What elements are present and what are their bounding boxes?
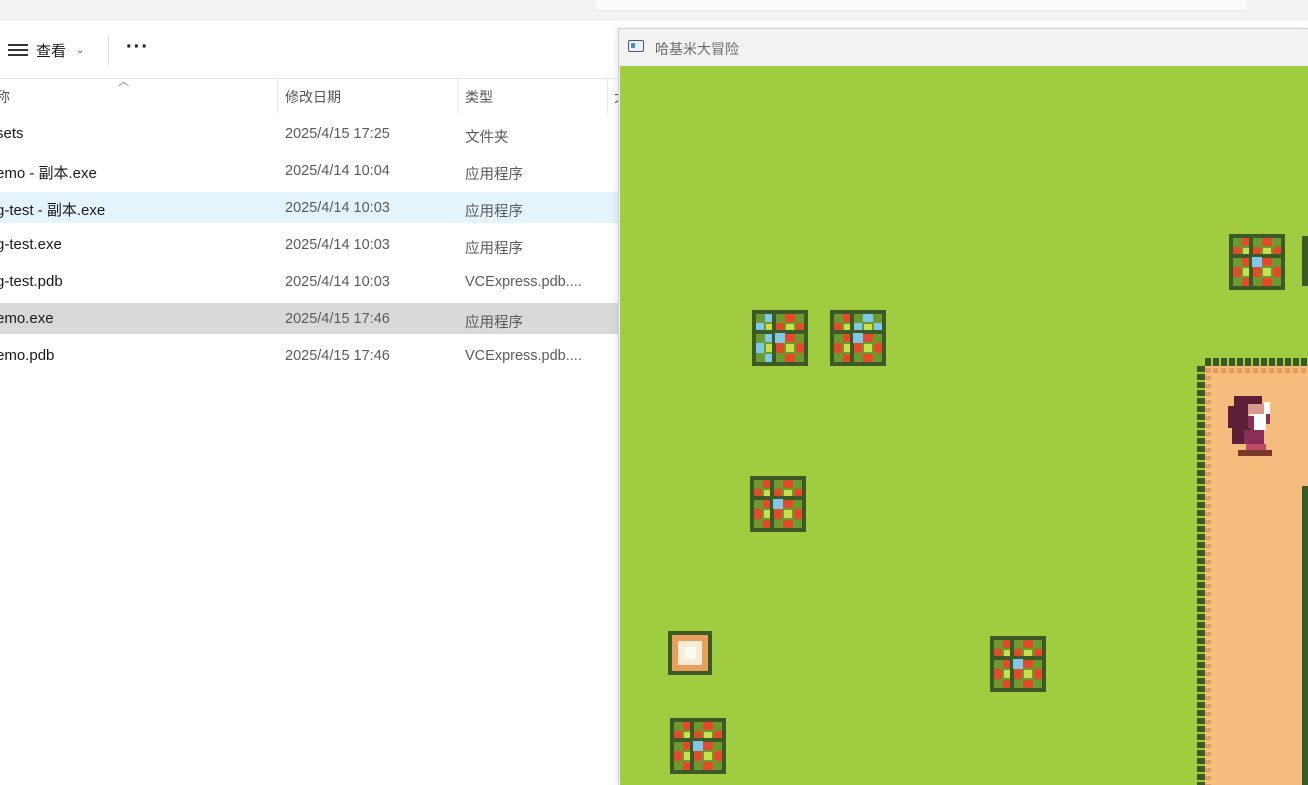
column-type[interactable]: 类型 bbox=[465, 87, 493, 107]
file-row[interactable]: emo - 副本.exe 2025/4/14 10:04 应用程序 bbox=[0, 155, 620, 186]
chevron-down-icon: ⌄ bbox=[76, 44, 85, 56]
sort-ascending-icon: ︿ bbox=[118, 76, 129, 88]
column-divider[interactable] bbox=[607, 79, 608, 113]
file-type: 应用程序 bbox=[465, 241, 523, 257]
file-type: 应用程序 bbox=[465, 167, 523, 183]
flower-bush bbox=[990, 636, 1046, 692]
file-row[interactable]: g-test - 副本.exe 2025/4/14 10:03 应用程序 bbox=[0, 192, 620, 223]
file-type: 文件夹 bbox=[465, 130, 509, 146]
game-window[interactable]: 哈基米大冒险 bbox=[618, 28, 1308, 785]
flower-bush bbox=[670, 718, 726, 774]
file-name: g-test - 副本.exe bbox=[0, 202, 106, 219]
file-row[interactable]: emo.exe 2025/4/15 17:46 应用程序 bbox=[0, 303, 620, 334]
file-row[interactable]: g-test.exe 2025/4/14 10:03 应用程序 bbox=[0, 229, 620, 260]
view-lines-icon bbox=[8, 43, 28, 57]
file-type: 应用程序 bbox=[465, 204, 523, 220]
file-type: VCExpress.pdb.... bbox=[465, 274, 582, 290]
file-modified: 2025/4/14 10:03 bbox=[285, 200, 390, 216]
column-name[interactable]: 称 bbox=[0, 87, 10, 107]
flower-bush bbox=[830, 310, 886, 366]
file-name: emo - 副本.exe bbox=[0, 165, 97, 182]
view-label: 查看 bbox=[36, 42, 67, 60]
file-modified: 2025/4/14 10:04 bbox=[285, 163, 390, 179]
column-divider[interactable] bbox=[277, 79, 278, 113]
column-modified[interactable]: 修改日期 bbox=[285, 87, 341, 107]
column-header: ︿ 称 修改日期 类型 大 bbox=[0, 76, 628, 113]
flower-bush bbox=[750, 476, 806, 532]
file-type: 应用程序 bbox=[465, 315, 523, 331]
file-row[interactable]: sets 2025/4/15 17:25 文件夹 bbox=[0, 118, 620, 149]
file-modified: 2025/4/15 17:46 bbox=[285, 311, 390, 327]
command-bar: 查看 ⌄ ··· bbox=[0, 21, 620, 79]
file-type: VCExpress.pdb.... bbox=[465, 348, 582, 364]
game-window-title: 哈基米大冒险 bbox=[655, 41, 739, 57]
top-strip bbox=[0, 0, 1308, 21]
file-name: g-test.exe bbox=[0, 236, 62, 253]
column-divider[interactable] bbox=[457, 79, 458, 113]
file-explorer: 查看 ⌄ ··· ︿ 称 修改日期 类型 大 sets 2025/4/15 17… bbox=[0, 21, 628, 784]
app-window-icon bbox=[628, 40, 644, 52]
file-name: g-test.pdb bbox=[0, 273, 63, 290]
flower-bush bbox=[1229, 234, 1285, 290]
flower-bush bbox=[752, 310, 808, 366]
flower-bush-partial bbox=[1302, 236, 1308, 286]
more-options-button[interactable]: ··· bbox=[126, 37, 149, 63]
toolbar-divider bbox=[108, 35, 109, 65]
file-modified: 2025/4/15 17:46 bbox=[285, 348, 390, 364]
file-name: emo.exe bbox=[0, 310, 54, 327]
game-titlebar[interactable]: 哈基米大冒险 bbox=[619, 29, 1308, 65]
file-modified: 2025/4/14 10:03 bbox=[285, 237, 390, 253]
file-row[interactable]: emo.pdb 2025/4/15 17:46 VCExpress.pdb...… bbox=[0, 340, 620, 371]
address-bar-edge[interactable] bbox=[596, 0, 1246, 11]
file-name: sets bbox=[0, 125, 24, 142]
game-scene bbox=[668, 234, 1308, 785]
game-canvas[interactable] bbox=[620, 66, 1308, 785]
file-modified: 2025/4/15 17:25 bbox=[285, 126, 390, 142]
file-modified: 2025/4/14 10:03 bbox=[285, 274, 390, 290]
view-button[interactable]: 查看 ⌄ bbox=[8, 35, 84, 65]
file-name: emo.pdb bbox=[0, 347, 55, 364]
file-row[interactable]: g-test.pdb 2025/4/14 10:03 VCExpress.pdb… bbox=[0, 266, 620, 297]
white-bloom-bush bbox=[668, 631, 712, 675]
